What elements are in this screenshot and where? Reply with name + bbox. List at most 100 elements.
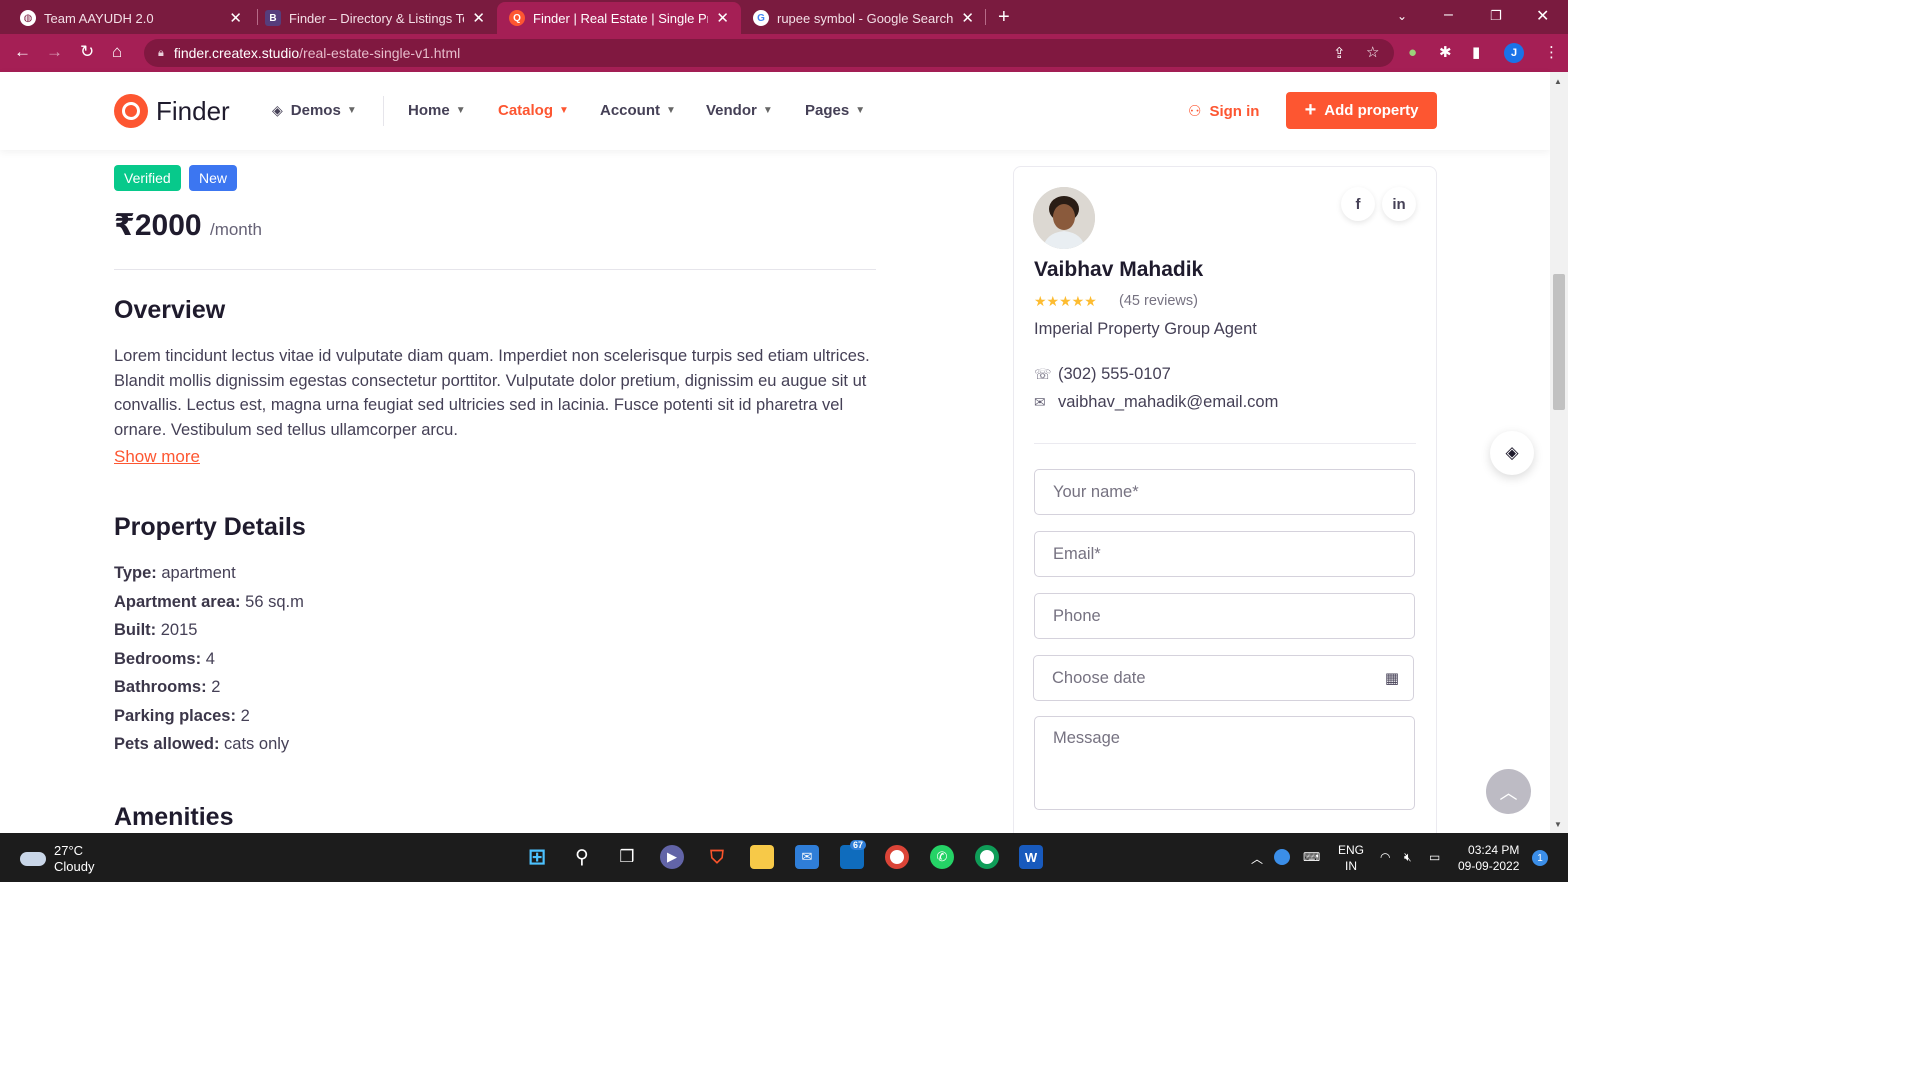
side-panel-icon[interactable]: ▮ xyxy=(1472,43,1480,61)
menu-vendor[interactable]: Vendor ▼ xyxy=(706,102,773,119)
extension-icon[interactable]: ● xyxy=(1408,44,1417,61)
email-address: vaibhav_mahadik@email.com xyxy=(1058,393,1279,411)
tab-title: Team AAYUDH 2.0 xyxy=(44,10,154,26)
profile-avatar[interactable]: J xyxy=(1504,43,1524,63)
message-field[interactable]: Message xyxy=(1034,716,1415,810)
scroll-down-arrow-icon[interactable]: ▼ xyxy=(1554,820,1562,829)
sign-in-label: Sign in xyxy=(1209,102,1260,120)
name-field[interactable]: Your name* xyxy=(1034,469,1415,515)
share-icon[interactable]: ⇪ xyxy=(1333,44,1346,62)
teams-chat-icon[interactable]: ▶ xyxy=(660,845,684,869)
overview-text: Lorem tincidunt lectus vitae id vulputat… xyxy=(114,347,870,439)
weather-widget[interactable]: 27°C Cloudy xyxy=(20,843,94,875)
keyboard-icon[interactable]: ⌨ xyxy=(1303,850,1320,864)
task-view-icon[interactable]: ❒ xyxy=(615,845,639,869)
restore-icon[interactable]: ❐ xyxy=(1490,8,1502,24)
browser-menu-icon[interactable]: ⋮ xyxy=(1544,43,1559,61)
browser-tab-team-aayudh[interactable]: ◍ Team AAYUDH 2.0 ✕ xyxy=(8,2,254,34)
address-bar[interactable]: 🔒︎ finder.createx.studio/real-estate-sin… xyxy=(144,39,1394,67)
volume-muted-icon[interactable]: 🔇︎ xyxy=(1404,850,1412,865)
close-tab-icon[interactable]: ✕ xyxy=(229,9,242,27)
close-tab-icon[interactable]: ✕ xyxy=(961,9,974,27)
browser-tab-google-search[interactable]: G rupee symbol - Google Search ✕ xyxy=(741,2,986,34)
menu-home[interactable]: Home ▼ xyxy=(408,102,466,119)
menu-account[interactable]: Account ▼ xyxy=(600,102,676,119)
bookmark-star-icon[interactable]: ☆ xyxy=(1366,43,1379,61)
home-icon[interactable]: ⌂ xyxy=(112,42,122,62)
brave-browser-icon[interactable]: ⛉ xyxy=(705,845,729,869)
reload-icon[interactable]: ↻ xyxy=(80,42,94,62)
date-picker-field[interactable]: Choose date ▦ xyxy=(1033,655,1414,701)
start-icon[interactable]: ⊞ xyxy=(525,844,549,869)
menu-catalog[interactable]: Catalog ▼ xyxy=(498,102,569,119)
scroll-up-arrow-icon[interactable]: ▲ xyxy=(1554,77,1562,86)
sign-in-link[interactable]: ⚇ Sign in xyxy=(1188,102,1260,121)
phone-field[interactable]: Phone xyxy=(1034,593,1415,639)
lock-icon: 🔒︎ xyxy=(158,46,164,59)
cloud-icon xyxy=(20,852,46,866)
menu-demos[interactable]: ◈ Demos ▼ xyxy=(272,102,357,119)
language-indicator[interactable]: ENG IN xyxy=(1338,842,1364,874)
close-tab-icon[interactable]: ✕ xyxy=(716,9,729,27)
verified-badge: Verified xyxy=(114,165,181,191)
chrome-profile-icon[interactable] xyxy=(975,845,999,869)
search-icon[interactable]: ⚲ xyxy=(570,845,594,869)
mail-app-icon[interactable]: ✉ xyxy=(795,845,819,869)
facebook-icon[interactable]: f xyxy=(1341,187,1375,221)
scrollbar-thumb[interactable] xyxy=(1553,274,1565,410)
layers-toggle-icon[interactable]: ◈ xyxy=(1490,431,1534,475)
clock-date: 09-09-2022 xyxy=(1458,859,1520,873)
file-explorer-icon[interactable] xyxy=(750,845,774,869)
property-details-heading: Property Details xyxy=(114,513,306,541)
add-property-button[interactable]: + Add property xyxy=(1286,92,1437,129)
battery-icon[interactable]: ▭ xyxy=(1429,850,1440,864)
agent-phone[interactable]: ☏ (302) 555-0107 xyxy=(1034,365,1171,384)
reviews-count[interactable]: (45 reviews) xyxy=(1119,293,1198,309)
detail-row-area: Apartment area: 56 sq.m xyxy=(114,590,304,619)
linkedin-icon[interactable]: in xyxy=(1382,187,1416,221)
outlook-icon[interactable]: 67 xyxy=(840,840,867,869)
layers-icon: ◈ xyxy=(272,102,283,118)
tab-search-chevron-icon[interactable]: ⌄ xyxy=(1397,9,1407,23)
back-to-top-button[interactable]: ︿ xyxy=(1486,769,1531,814)
minimize-icon[interactable]: – xyxy=(1444,6,1453,24)
forward-arrow-icon[interactable]: → xyxy=(46,42,63,62)
clock[interactable]: 03:24 PM 09-09-2022 xyxy=(1458,842,1519,874)
outlook-badge: 67 xyxy=(850,840,867,850)
menu-label: Vendor xyxy=(706,102,757,119)
page-scrollbar[interactable] xyxy=(1550,72,1568,834)
menu-label: Catalog xyxy=(498,102,554,119)
close-tab-icon[interactable]: ✕ xyxy=(472,9,485,27)
browser-tab-finder-real-estate[interactable]: Q Finder | Real Estate | Single Prope ✕ xyxy=(497,2,741,34)
new-tab-button[interactable]: + xyxy=(998,6,1010,29)
tray-app-icon[interactable] xyxy=(1274,849,1290,865)
agent-email[interactable]: ✉ vaibhav_mahadik@email.com xyxy=(1034,393,1278,412)
notification-badge[interactable]: 1 xyxy=(1532,850,1548,866)
menu-label: Demos xyxy=(290,102,341,119)
word-icon[interactable]: W xyxy=(1019,845,1043,869)
browser-tab-finder-directory[interactable]: B Finder – Directory & Listings Tem ✕ xyxy=(253,2,497,34)
close-window-icon[interactable]: ✕ xyxy=(1536,6,1549,26)
amenities-heading: Amenities xyxy=(114,803,234,831)
back-arrow-icon[interactable]: ← xyxy=(14,42,31,62)
email-field[interactable]: Email* xyxy=(1034,531,1415,577)
detail-row-parking: Parking places: 2 xyxy=(114,704,304,733)
detail-row-pets: Pets allowed: cats only xyxy=(114,732,304,761)
show-more-link[interactable]: Show more xyxy=(114,447,200,467)
whatsapp-icon[interactable]: ✆ xyxy=(930,845,954,869)
temperature: 27°C xyxy=(54,843,84,858)
chevron-down-icon: ▼ xyxy=(666,105,676,116)
detail-label: Built: xyxy=(114,621,157,639)
menu-label: Pages xyxy=(805,102,850,119)
chevron-down-icon: ▼ xyxy=(855,105,866,116)
wifi-icon[interactable]: ◠ xyxy=(1380,850,1390,864)
menu-pages[interactable]: Pages ▼ xyxy=(805,102,865,119)
tab-title: Finder | Real Estate | Single Prope xyxy=(533,10,708,26)
rating-stars: ★★★★★ xyxy=(1034,293,1097,309)
puzzle-extensions-icon[interactable]: ✱ xyxy=(1439,43,1452,61)
show-hidden-icons-chevron-icon[interactable]: ︿ xyxy=(1251,850,1263,867)
detail-value: 2 xyxy=(211,678,221,696)
finder-logo[interactable]: Finder xyxy=(114,94,230,128)
calendar-icon[interactable]: ▦ xyxy=(1385,669,1399,687)
chrome-icon[interactable] xyxy=(885,845,909,869)
